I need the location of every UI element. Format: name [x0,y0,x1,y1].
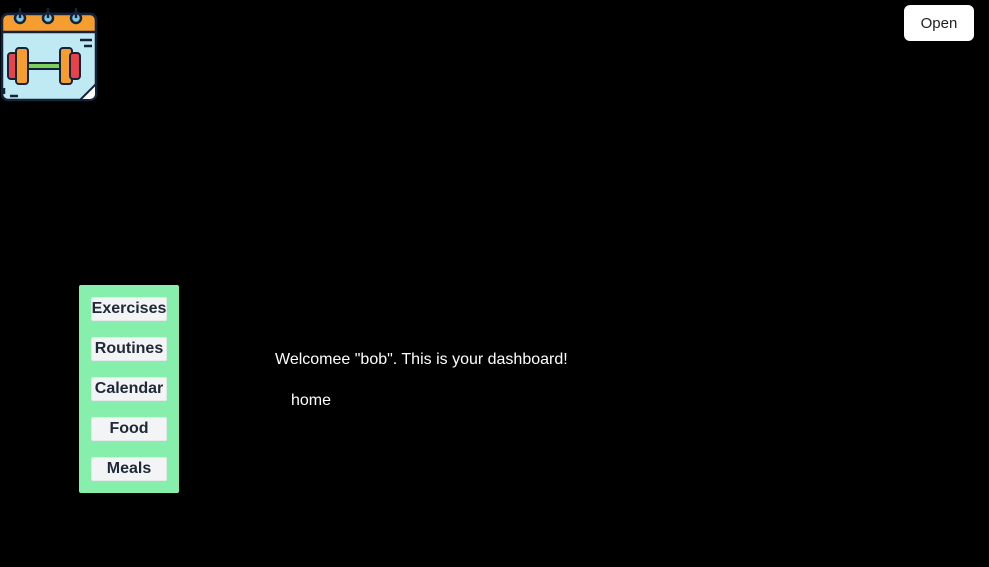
sidebar-item-meals[interactable]: Meals [91,457,167,481]
sidebar-item-calendar[interactable]: Calendar [91,377,167,401]
welcome-message: Welcomee "bob". This is your dashboard! [275,351,568,368]
sidebar-item-routines[interactable]: Routines [91,337,167,361]
page-label: home [291,392,332,409]
sidebar-nav: Exercises Routines Calendar Food Meals [79,285,179,493]
calendar-dumbbell-icon [0,8,98,102]
sidebar-item-food[interactable]: Food [91,417,167,441]
app-root: Open Exercises Routines Calendar Food Me… [0,0,989,567]
sidebar-item-exercises[interactable]: Exercises [91,297,167,321]
open-button[interactable]: Open [904,5,974,41]
